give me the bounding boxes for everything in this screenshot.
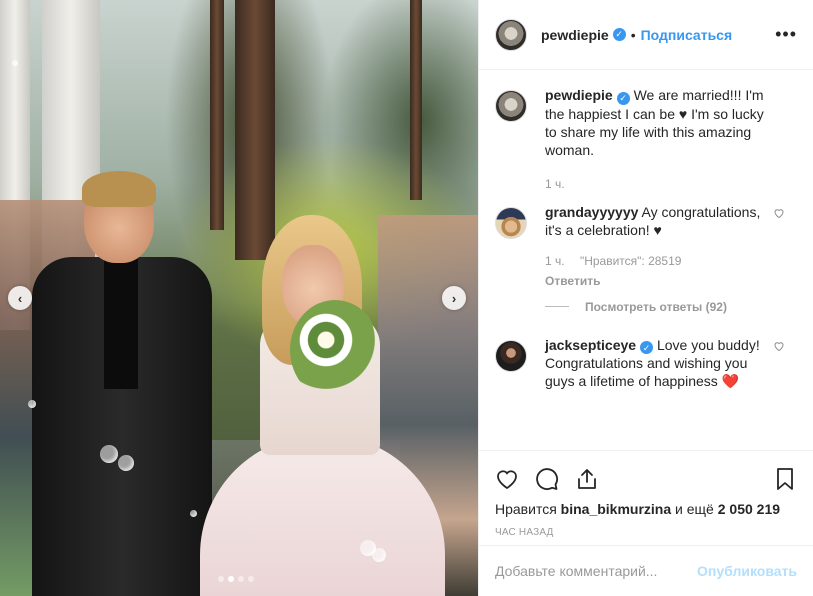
comment-item: jacksepticeye ✓ Love you buddy! Congratul… [495, 336, 797, 391]
comment-item: grandayyyyyy Ay congratulations, it's a … [495, 203, 797, 290]
publish-button[interactable]: Опубликовать [697, 563, 797, 579]
caption-username[interactable]: pewdiepie [545, 87, 613, 103]
groom-figure [32, 171, 212, 596]
commenter-username[interactable]: jacksepticeye [545, 337, 636, 353]
post-caption: pewdiepie ✓ We are married!!! I'm the hap… [495, 86, 797, 193]
likes-prefix: Нравится [495, 501, 557, 517]
bubble [372, 548, 386, 562]
carousel-dots [218, 576, 254, 582]
likes-summary[interactable]: Нравится bina_bikmurzina и ещё 2 050 219 [495, 501, 797, 517]
carousel-dot [238, 576, 244, 582]
bride-figure [200, 215, 450, 596]
header-separator: • [630, 26, 636, 43]
likes-count[interactable]: 2 050 219 [718, 501, 780, 517]
comment-input[interactable] [495, 563, 698, 579]
comment-heart-icon[interactable] [773, 207, 785, 219]
author-username[interactable]: pewdiepie [541, 27, 609, 43]
carousel-dot [218, 576, 224, 582]
carousel-next-button[interactable]: › [442, 286, 466, 310]
caption-avatar[interactable] [495, 90, 527, 122]
share-icon[interactable] [575, 467, 599, 491]
add-comment-section: Опубликовать [479, 545, 813, 596]
tree-trunk [410, 0, 422, 200]
carousel-prev-button[interactable]: ‹ [8, 286, 32, 310]
heart-icon[interactable] [495, 467, 519, 491]
bubble [28, 400, 36, 408]
caption-time: 1 ч. [545, 176, 565, 191]
view-replies-button[interactable]: Посмотреть ответы (92) [545, 300, 797, 314]
tree-trunk [210, 0, 224, 230]
view-replies-label: Посмотреть ответы (92) [585, 299, 727, 314]
bouquet [290, 300, 380, 400]
more-options-icon[interactable]: ••• [775, 24, 797, 45]
bubble [12, 60, 18, 66]
likes-suffix: и ещё [675, 501, 714, 517]
commenter-avatar[interactable] [495, 339, 527, 372]
post-header: pewdiepie ✓ • Подписаться ••• [479, 0, 813, 70]
carousel-dot [248, 576, 254, 582]
post-side-panel: pewdiepie ✓ • Подписаться ••• pewdiepie ✓… [478, 0, 813, 596]
comment-time: 1 ч. [545, 253, 565, 268]
verified-badge-icon: ✓ [616, 91, 630, 105]
post-time[interactable]: ЧАС НАЗАД [495, 527, 797, 538]
bookmark-icon[interactable] [773, 467, 797, 491]
post-actions: Нравится bina_bikmurzina и ещё 2 050 219… [479, 450, 813, 538]
follow-button[interactable]: Подписаться [641, 27, 733, 43]
reply-button[interactable]: Ответить [545, 272, 758, 290]
instagram-post: ‹ › pewdiepie ✓ • Подписаться ••• pewdie… [0, 0, 813, 596]
commenter-avatar[interactable] [495, 206, 527, 239]
bubble [118, 455, 134, 471]
replies-line [545, 306, 569, 307]
bubble [190, 510, 197, 517]
comments-list[interactable]: pewdiepie ✓ We are married!!! I'm the hap… [479, 70, 813, 450]
carousel-dot [228, 576, 234, 582]
comment-heart-icon[interactable] [773, 340, 785, 352]
likes-user[interactable]: bina_bikmurzina [561, 501, 671, 517]
verified-badge-icon: ✓ [612, 28, 626, 41]
commenter-username[interactable]: grandayyyyyy [545, 204, 638, 220]
verified-badge-icon: ✓ [640, 341, 654, 354]
author-avatar[interactable] [495, 18, 527, 51]
post-photo[interactable]: ‹ › [0, 0, 478, 596]
comment-icon[interactable] [535, 467, 559, 491]
bubble [100, 445, 118, 463]
comment-likes[interactable]: "Нравится": 28519 [580, 254, 682, 268]
